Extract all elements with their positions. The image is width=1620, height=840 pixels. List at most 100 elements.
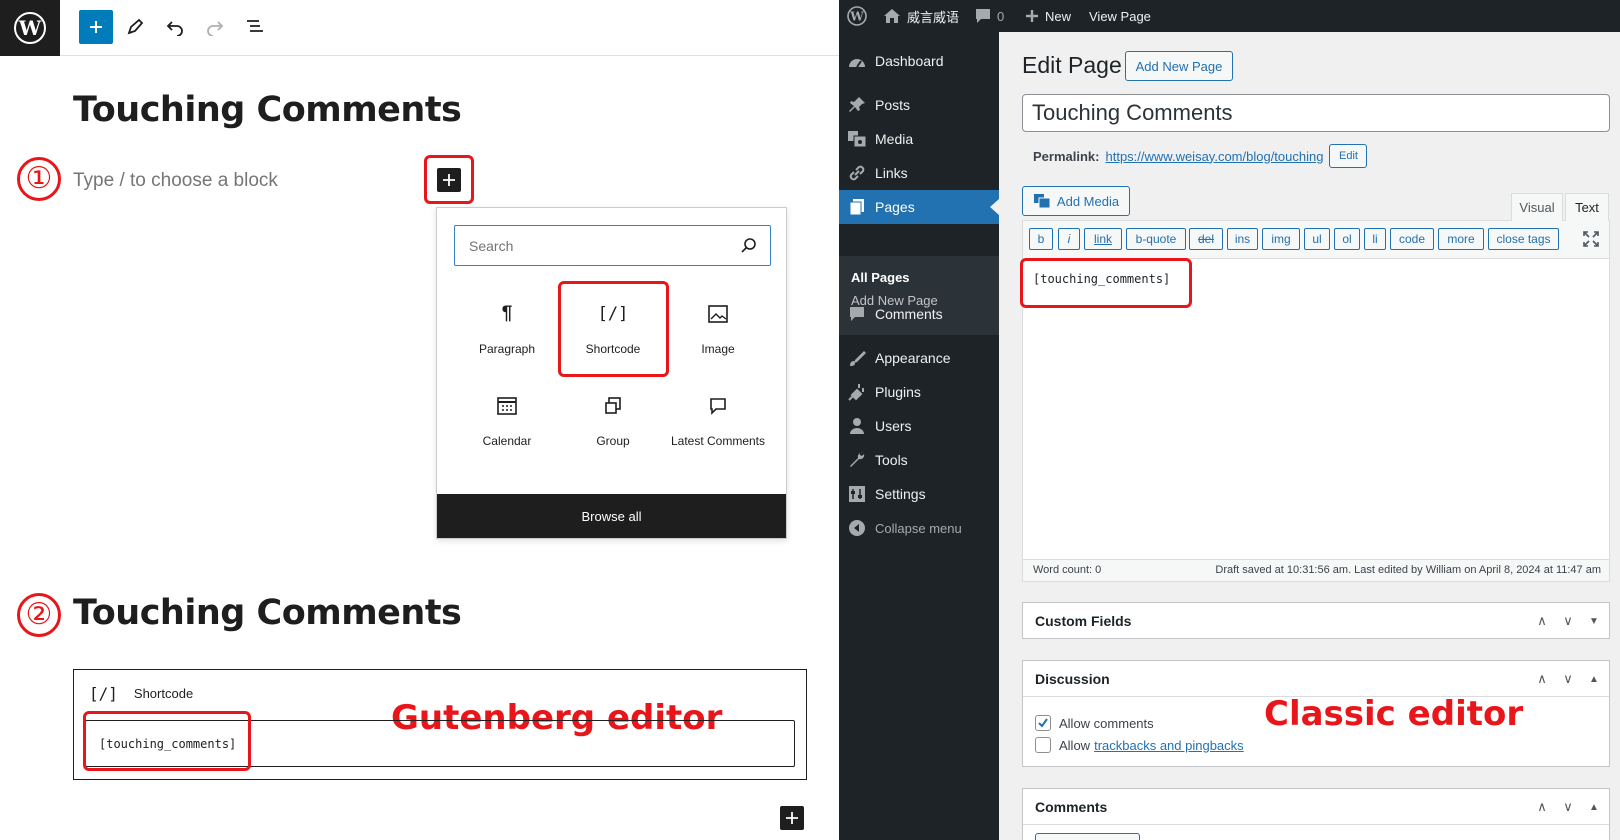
post-title-preview: Touching Comments — [73, 593, 462, 633]
allow-pingbacks-checkbox[interactable] — [1035, 737, 1051, 753]
comments-link[interactable]: 0 — [975, 0, 1004, 32]
qt-link-button[interactable]: link — [1084, 228, 1122, 250]
appearance-icon — [839, 349, 875, 367]
browse-all-button[interactable]: Browse all — [437, 494, 786, 538]
link-icon — [839, 164, 875, 182]
menu-pages[interactable]: Pages — [839, 190, 999, 224]
block-search-input[interactable]: Search — [454, 225, 771, 266]
block-item-latest-comments[interactable]: Latest Comments — [668, 391, 768, 449]
custom-fields-panel: Custom Fields ∧ ∨ ▼ — [1022, 602, 1610, 639]
qt-bquote-button[interactable]: b-quote — [1126, 228, 1186, 250]
tab-visual[interactable]: Visual — [1511, 193, 1563, 221]
add-new-page-button[interactable]: Add New Page — [1125, 51, 1233, 81]
toggle-panel-icon[interactable]: ▲ — [1581, 789, 1607, 825]
move-up-icon[interactable]: ∧ — [1529, 789, 1555, 825]
settings-icon — [839, 485, 875, 503]
view-page-link[interactable]: View Page — [1089, 0, 1151, 32]
menu-appearance[interactable]: Appearance — [839, 341, 999, 375]
move-up-icon[interactable]: ∧ — [1529, 661, 1555, 697]
wordpress-logo-icon[interactable]: W — [0, 0, 60, 56]
block-item-shortcode[interactable]: [/] Shortcode — [563, 299, 663, 357]
menu-plugins[interactable]: Plugins — [839, 375, 999, 409]
panel-title[interactable]: Discussion — [1023, 661, 1609, 697]
toggle-panel-icon[interactable]: ▼ — [1581, 603, 1607, 639]
panel-title[interactable]: Custom Fields — [1023, 603, 1609, 639]
document-overview-icon[interactable] — [238, 10, 272, 44]
block-item-paragraph[interactable]: ¶ Paragraph — [457, 299, 557, 357]
svg-text:W: W — [18, 16, 42, 40]
permalink-edit-button[interactable]: Edit — [1329, 144, 1368, 168]
qt-code-button[interactable]: code — [1390, 228, 1434, 250]
menu-links[interactable]: Links — [839, 156, 999, 190]
menu-dashboard[interactable]: Dashboard — [839, 44, 999, 78]
qt-ins-button[interactable]: ins — [1227, 228, 1258, 250]
menu-settings[interactable]: Settings — [839, 477, 999, 511]
site-name-link[interactable]: 威言威语 — [883, 0, 959, 32]
search-icon — [741, 238, 756, 253]
block-item-image[interactable]: Image — [668, 299, 768, 357]
qt-more-button[interactable]: more — [1438, 228, 1484, 250]
toggle-panel-icon[interactable]: ▲ — [1581, 661, 1607, 697]
qt-ul-button[interactable]: ul — [1304, 228, 1330, 250]
menu-users[interactable]: Users — [839, 409, 999, 443]
qt-li-button[interactable]: li — [1364, 228, 1386, 250]
shortcode-icon: [/] — [89, 684, 118, 703]
menu-media[interactable]: Media — [839, 122, 999, 156]
fullscreen-icon[interactable] — [1582, 230, 1600, 248]
paragraph-icon: ¶ — [501, 303, 513, 324]
admin-sidebar: Dashboard Posts Media Links Pages All Pa… — [839, 32, 999, 840]
panel-title[interactable]: Comments — [1023, 789, 1609, 825]
move-down-icon[interactable]: ∨ — [1555, 789, 1581, 825]
plus-icon — [1026, 10, 1038, 22]
pin-icon — [839, 96, 875, 114]
menu-collapse[interactable]: Collapse menu — [839, 511, 999, 545]
add-media-button[interactable]: Add Media — [1022, 186, 1130, 216]
post-title[interactable]: Touching Comments — [73, 90, 462, 130]
move-down-icon[interactable]: ∨ — [1555, 661, 1581, 697]
editor-toolbar: W — [0, 0, 839, 56]
block-item-calendar[interactable]: Calendar — [457, 391, 557, 449]
current-arrow-icon — [990, 199, 999, 215]
allow-comments-checkbox[interactable] — [1035, 715, 1051, 731]
block-inserter-toggle-button[interactable] — [79, 10, 113, 44]
classic-editor: W 威言威语 0 New View Page Dashboard Posts M… — [839, 0, 1620, 840]
add-block-button[interactable] — [437, 168, 461, 192]
media-icon — [839, 130, 875, 148]
checkmark-icon — [1038, 718, 1048, 728]
menu-posts[interactable]: Posts — [839, 88, 999, 122]
page-heading: Edit Page — [1022, 52, 1122, 78]
redo-icon[interactable] — [198, 10, 232, 44]
comment-icon — [668, 391, 768, 421]
qt-bold-button[interactable]: b — [1029, 228, 1053, 250]
menu-comments[interactable]: Comments — [839, 297, 999, 331]
new-content-link[interactable]: New — [1025, 0, 1071, 32]
block-item-group[interactable]: Group — [563, 391, 663, 449]
permalink-label: Permalink: — [1033, 148, 1100, 164]
move-down-icon[interactable]: ∨ — [1555, 603, 1581, 639]
editor-status-bar: Word count: 0 Draft saved at 10:31:56 am… — [1023, 559, 1609, 581]
word-count: Word count: 0 — [1033, 564, 1102, 576]
trackbacks-link[interactable]: trackbacks and pingbacks — [1094, 738, 1244, 753]
qt-ol-button[interactable]: ol — [1334, 228, 1360, 250]
undo-icon[interactable] — [158, 10, 192, 44]
submenu-all-pages[interactable]: All Pages — [851, 270, 910, 285]
qt-del-button[interactable]: del — [1189, 228, 1223, 250]
title-input[interactable]: Touching Comments — [1022, 94, 1610, 132]
qt-italic-button[interactable]: i — [1058, 228, 1080, 250]
tab-text[interactable]: Text — [1565, 193, 1609, 221]
qt-close-tags-button[interactable]: close tags — [1488, 228, 1559, 250]
shortcode-block-label: Shortcode — [133, 686, 194, 701]
image-icon — [668, 299, 768, 329]
block-placeholder[interactable]: Type / to choose a block — [73, 170, 278, 192]
comment-bubble-icon — [976, 9, 990, 23]
wp-logo-icon[interactable]: W — [847, 0, 867, 32]
add-block-button-bottom[interactable] — [780, 806, 804, 830]
add-comment-button[interactable] — [1035, 833, 1140, 840]
group-icon — [563, 391, 663, 421]
home-icon — [884, 9, 900, 23]
move-up-icon[interactable]: ∧ — [1529, 603, 1555, 639]
permalink-url[interactable]: https://www.weisay.com/blog/touching — [1105, 149, 1323, 164]
menu-tools[interactable]: Tools — [839, 443, 999, 477]
qt-img-button[interactable]: img — [1262, 228, 1300, 250]
pencil-icon[interactable] — [118, 10, 152, 44]
